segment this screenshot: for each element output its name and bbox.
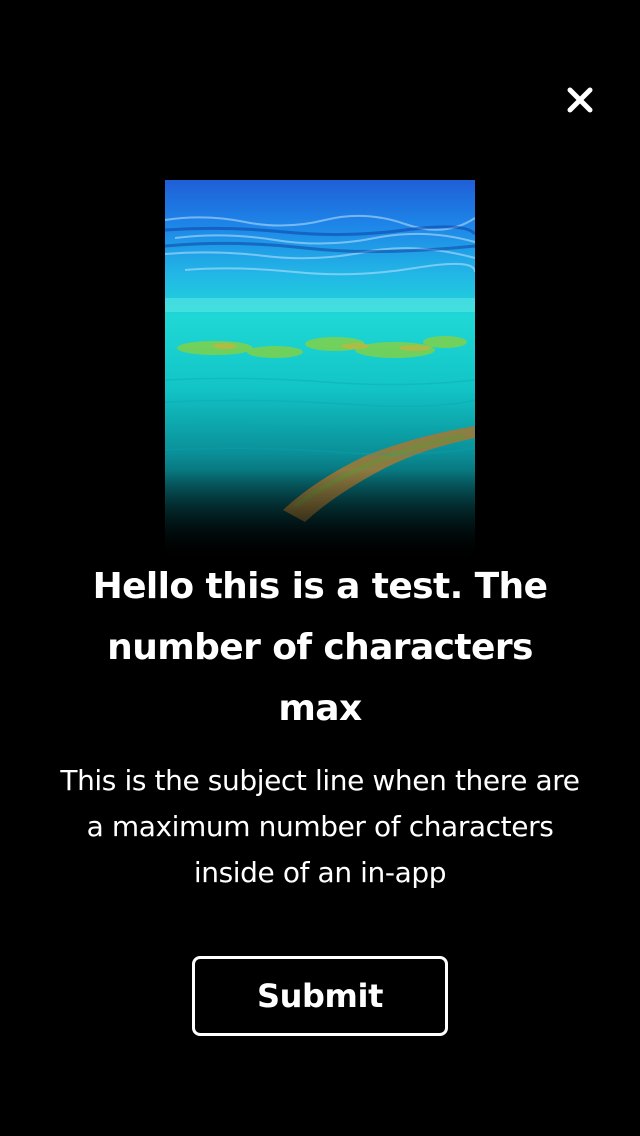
in-app-message-modal: Hello this is a test. The number of char… [0, 0, 640, 1136]
submit-button[interactable]: Submit [192, 956, 448, 1036]
message-subject: This is the subject line when there are … [60, 764, 580, 889]
message-headline: Hello this is a test. The number of char… [92, 566, 548, 729]
hero-image [165, 180, 475, 560]
close-icon [567, 87, 593, 113]
ocean-reef-image [165, 180, 475, 560]
close-button[interactable] [560, 80, 600, 120]
